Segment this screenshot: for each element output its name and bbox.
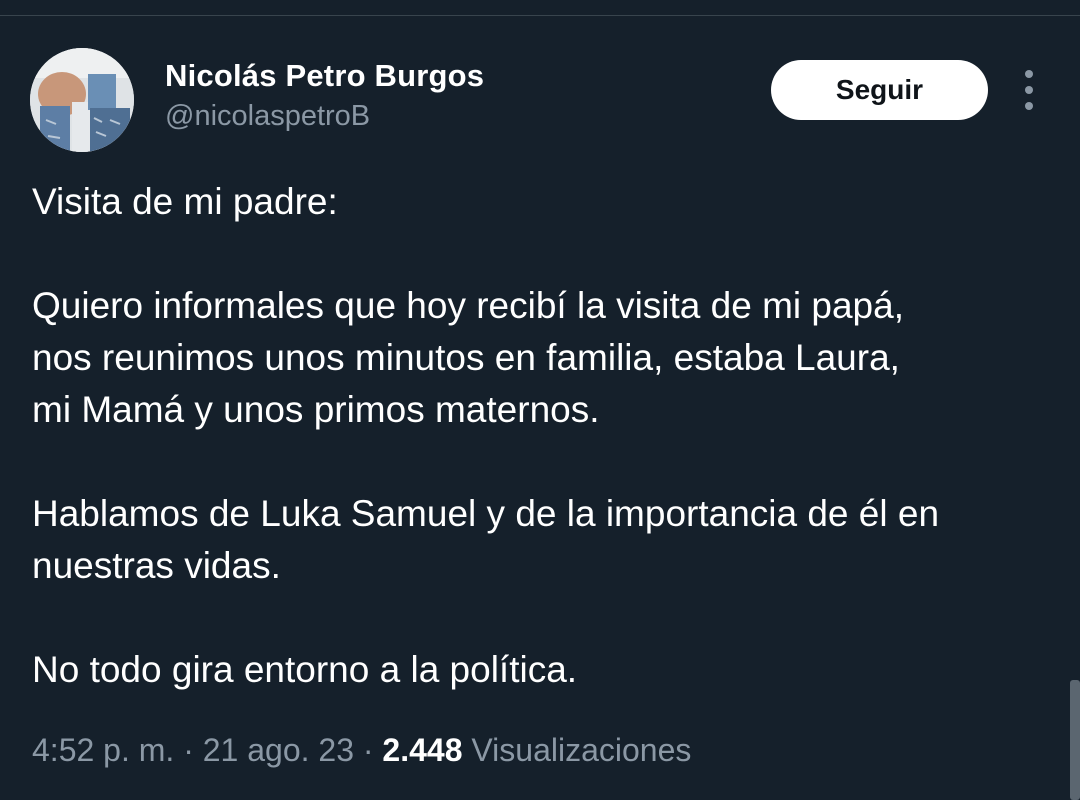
tweet-line: Quiero informales que hoy recibí la visi… (32, 285, 904, 326)
more-dot (1025, 70, 1033, 78)
tweet-date[interactable]: 21 ago. 23 (203, 732, 354, 768)
tweet-line: nos reunimos unos minutos en familia, es… (32, 337, 900, 378)
tweet-paragraph: Visita de mi padre: (32, 181, 338, 222)
avatar[interactable] (30, 48, 134, 152)
follow-button[interactable]: Seguir (771, 60, 988, 120)
meta-separator: · (174, 732, 203, 768)
author-handle[interactable]: @nicolaspetroB (165, 100, 370, 133)
tweet-time[interactable]: 4:52 p. m. (32, 732, 174, 768)
author-display-name[interactable]: Nicolás Petro Burgos (165, 58, 484, 94)
tweet-text: Visita de mi padre: Quiero informales qu… (32, 176, 1062, 696)
top-divider (0, 0, 1080, 16)
views-label[interactable]: Visualizaciones (471, 732, 691, 768)
meta-separator: · (353, 732, 383, 768)
tweet-meta: 4:52 p. m. · 21 ago. 23 · 2.448 Visualiz… (32, 732, 691, 769)
views-count[interactable]: 2.448 (382, 732, 462, 768)
tweet-paragraph: No todo gira entorno a la política. (32, 649, 578, 690)
tweet-line: mi Mamá y unos primos maternos. (32, 389, 600, 430)
avatar-photo (30, 48, 134, 152)
tweet-line: Hablamos de Luka Samuel y de la importan… (32, 493, 940, 534)
more-dot (1025, 102, 1033, 110)
more-dot (1025, 86, 1033, 94)
tweet-line: nuestras vidas. (32, 545, 281, 586)
more-vertical-icon[interactable] (1014, 70, 1044, 110)
scrollbar-thumb[interactable] (1070, 680, 1080, 800)
